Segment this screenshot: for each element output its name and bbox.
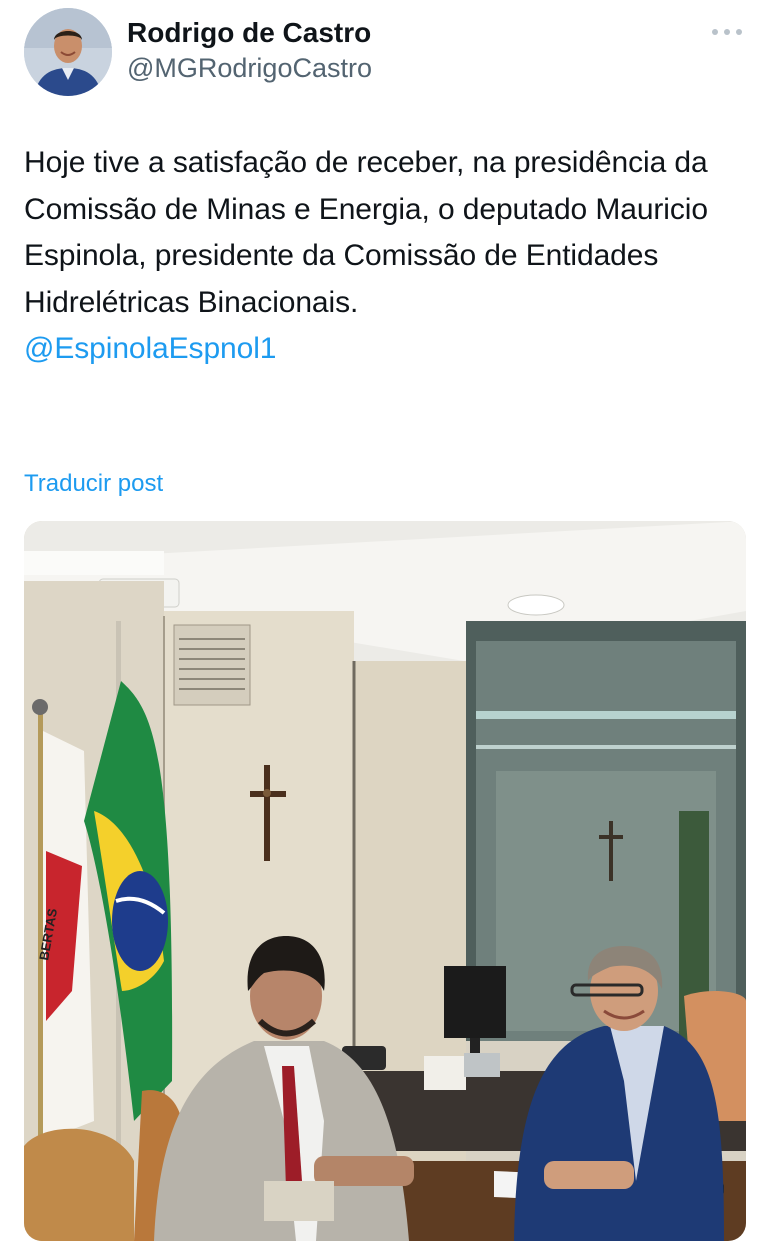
tweet-photo[interactable]: BERTAS [24, 521, 746, 1241]
author-handle[interactable]: @MGRodrigoCastro [127, 50, 372, 86]
more-options-icon [712, 29, 742, 35]
more-options-button[interactable] [710, 22, 744, 42]
author-avatar[interactable] [24, 8, 112, 96]
author-display-name[interactable]: Rodrigo de Castro [127, 16, 372, 50]
user-photo-avatar-icon [24, 8, 112, 96]
tweet-text: Hoje tive a satisfação de receber, na pr… [24, 146, 708, 319]
author-names: Rodrigo de Castro @MGRodrigoCastro [127, 16, 372, 86]
mention-link[interactable]: @EspinolaEspnol1 [24, 326, 276, 373]
tweet-body: Hoje tive a satisfação de receber, na pr… [24, 140, 746, 373]
translate-post-link[interactable]: Traducir post [24, 466, 163, 502]
tweet-header: Rodrigo de Castro @MGRodrigoCastro [24, 8, 746, 98]
meeting-photo-image: BERTAS [24, 521, 746, 1241]
